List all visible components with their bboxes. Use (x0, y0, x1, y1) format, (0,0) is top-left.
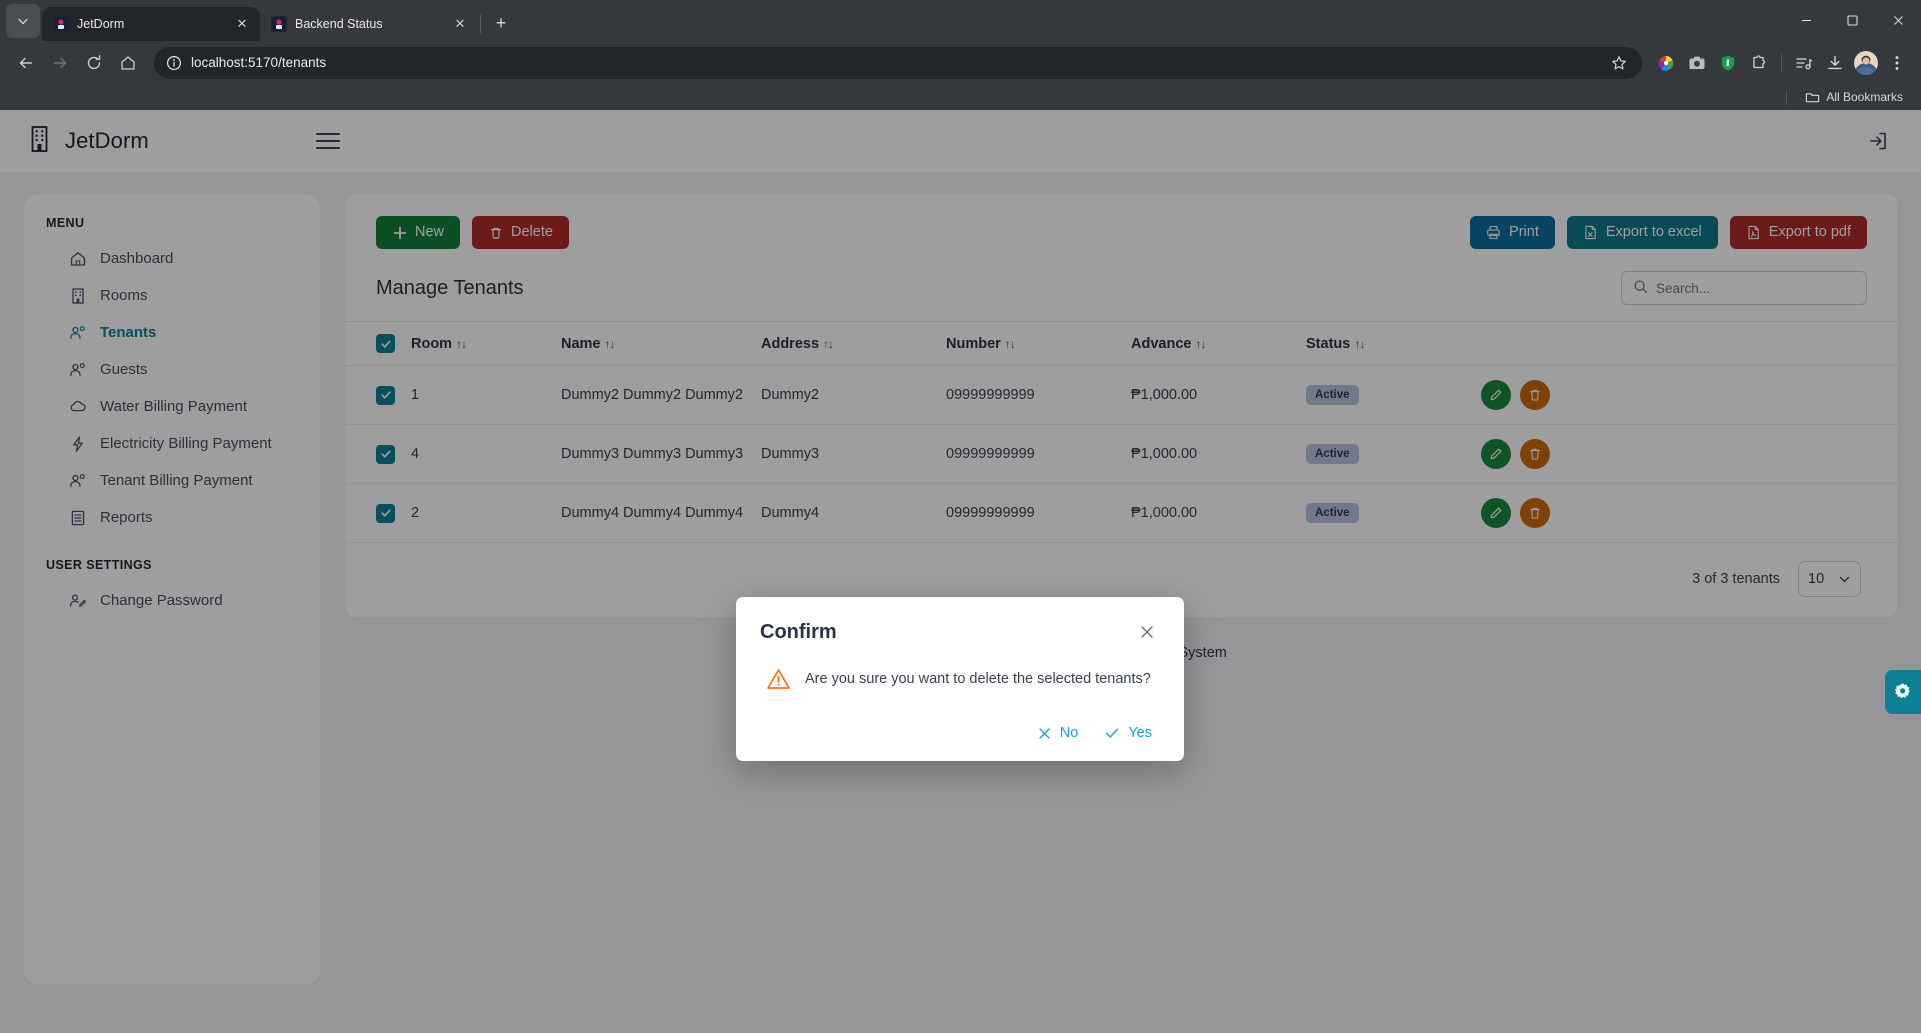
browser-tab-1[interactable]: Backend Status ✕ (260, 7, 478, 41)
new-tab-button[interactable]: + (487, 9, 515, 37)
jetdorm-favicon (53, 16, 69, 32)
close-icon (1893, 15, 1903, 25)
home-icon (121, 55, 135, 70)
downloads-icon[interactable] (1821, 49, 1849, 77)
address-bar-url: localhost:5170/tenants (191, 55, 327, 70)
confirm-dialog: Confirm Are you sure you want to delete … (736, 597, 1184, 761)
tab-strip: JetDorm ✕ Backend Status ✕ + (0, 0, 1921, 41)
screenshot-extension-icon[interactable] (1683, 49, 1711, 77)
back-button[interactable] (10, 47, 42, 79)
dialog-title: Confirm (760, 620, 837, 643)
maximize-icon (1846, 14, 1858, 26)
yes-button-label: Yes (1128, 725, 1152, 741)
forward-button[interactable] (44, 47, 76, 79)
tab-search-button[interactable] (6, 4, 40, 38)
kebab-menu-icon (1895, 55, 1899, 70)
browser-window: JetDorm ✕ Backend Status ✕ + localhost:5… (0, 0, 1921, 1033)
window-controls (1783, 3, 1921, 37)
home-button[interactable] (112, 47, 144, 79)
close-icon[interactable] (1134, 619, 1160, 645)
browser-menu-button[interactable] (1883, 49, 1911, 77)
toolbar-divider (1781, 53, 1782, 72)
bookmarks-divider (1786, 89, 1788, 105)
browser-tab-0[interactable]: JetDorm ✕ (42, 7, 260, 41)
close-icon (1039, 727, 1050, 739)
dialog-header: Confirm (760, 619, 1160, 645)
address-bar[interactable]: localhost:5170/tenants (154, 46, 1642, 79)
no-button-label: No (1059, 725, 1079, 741)
maximize-button[interactable] (1829, 3, 1875, 37)
arrow-left-icon (19, 57, 33, 68)
puzzle-extension-icon[interactable] (1745, 49, 1773, 77)
reload-button[interactable] (78, 47, 110, 79)
arrow-right-icon (53, 57, 67, 68)
extension-icons (1652, 49, 1911, 77)
media-list-icon[interactable] (1790, 49, 1818, 77)
shield-extension-icon[interactable] (1714, 49, 1742, 77)
tab-close-button-1[interactable]: ✕ (450, 14, 470, 34)
reload-icon (87, 54, 101, 69)
bookmarks-bar: All Bookmarks (0, 84, 1921, 110)
minimize-icon (1801, 19, 1811, 21)
web-page: JetDorm MENU Dashboard Rooms Tenants Gue… (0, 110, 1921, 1033)
yes-button[interactable]: Yes (1104, 725, 1152, 741)
gear-icon (1894, 683, 1910, 699)
tab-divider (480, 15, 481, 33)
chevron-down-icon (18, 18, 28, 25)
close-window-button[interactable] (1875, 3, 1921, 37)
info-circle-icon (166, 55, 182, 70)
all-bookmarks-label: All Bookmarks (1826, 90, 1903, 104)
color-wheel-extension-icon[interactable] (1652, 49, 1680, 77)
dialog-footer: No Yes (760, 725, 1160, 741)
browser-tab-title-1: Backend Status (295, 17, 383, 31)
tab-close-button-0[interactable]: ✕ (232, 14, 252, 34)
dialog-body: Are you sure you want to delete the sele… (760, 667, 1160, 697)
no-button[interactable]: No (1037, 725, 1079, 741)
bookmark-star-icon[interactable] (1606, 50, 1632, 76)
minimize-button[interactable] (1783, 3, 1829, 37)
all-bookmarks-button[interactable]: All Bookmarks (1799, 88, 1909, 107)
browser-toolbar: localhost:5170/tenants (0, 41, 1921, 84)
dialog-message: Are you sure you want to delete the sele… (805, 671, 1151, 687)
backend-favicon (271, 16, 287, 32)
folder-icon (1806, 92, 1820, 102)
check-icon (1106, 728, 1119, 738)
warning-triangle-icon (766, 667, 791, 697)
settings-tab-button[interactable] (1885, 670, 1921, 714)
modal-overlay[interactable] (0, 110, 1921, 1033)
profile-avatar[interactable] (1852, 49, 1880, 77)
browser-tab-title-0: JetDorm (77, 17, 125, 31)
